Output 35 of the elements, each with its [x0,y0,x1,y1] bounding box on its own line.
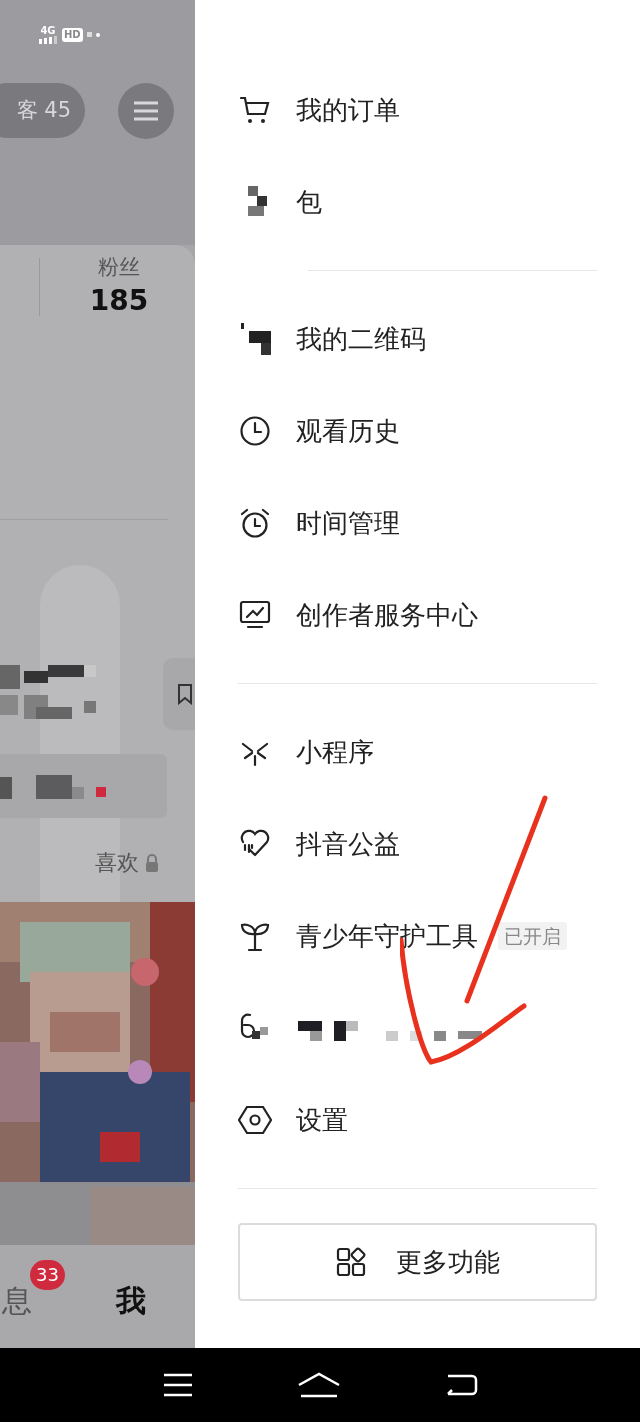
menu-item[interactable]: 青少年守护工具 已开启 [238,890,597,982]
bookmark-icon [177,683,193,705]
signal-icon [38,36,58,44]
menu-item[interactable]: 抖音公益 [238,798,597,890]
cart-icon [239,95,271,125]
nav-tab[interactable]: 我 [116,1278,146,1323]
alarm-clock-icon [239,507,271,539]
status-tag: 已开启 [498,921,567,951]
settings-icon [238,1104,272,1136]
menu-item[interactable]: 时间管理 [238,477,597,569]
hd-badge: HD [62,28,83,42]
grid-icon [335,1247,366,1277]
status-dots-icon [86,32,101,38]
menu-icon [133,101,159,121]
menu-item[interactable]: 我的订单 [238,64,597,156]
followers-label: 粉丝 [98,254,140,281]
likes-tab[interactable]: 喜欢 [95,846,139,879]
network-label: 4G [40,26,56,36]
followers-count: 185 [89,283,149,318]
redacted-mosaic [239,321,271,357]
monitor-chart-icon [239,600,271,630]
more-functions-button[interactable]: 更多功能 [238,1223,597,1301]
lock-icon [145,853,159,872]
home-icon[interactable] [297,1371,341,1399]
visitors-count: 客 45 [16,96,71,124]
menu-item[interactable]: 创作者服务中心 [238,569,597,661]
heart-icon [239,829,271,859]
menu-item[interactable]: 观看历史 [238,385,597,477]
menu-item[interactable]: 设置 [238,1074,597,1166]
menu-icon[interactable] [161,1372,194,1398]
bookmark-button[interactable] [163,658,195,730]
menu-item[interactable]: 小程序 [238,706,597,798]
clock-icon [239,415,271,447]
menu-item[interactable]: 我的二维码 [238,293,597,385]
menu-item[interactable]: 包 [238,156,597,248]
